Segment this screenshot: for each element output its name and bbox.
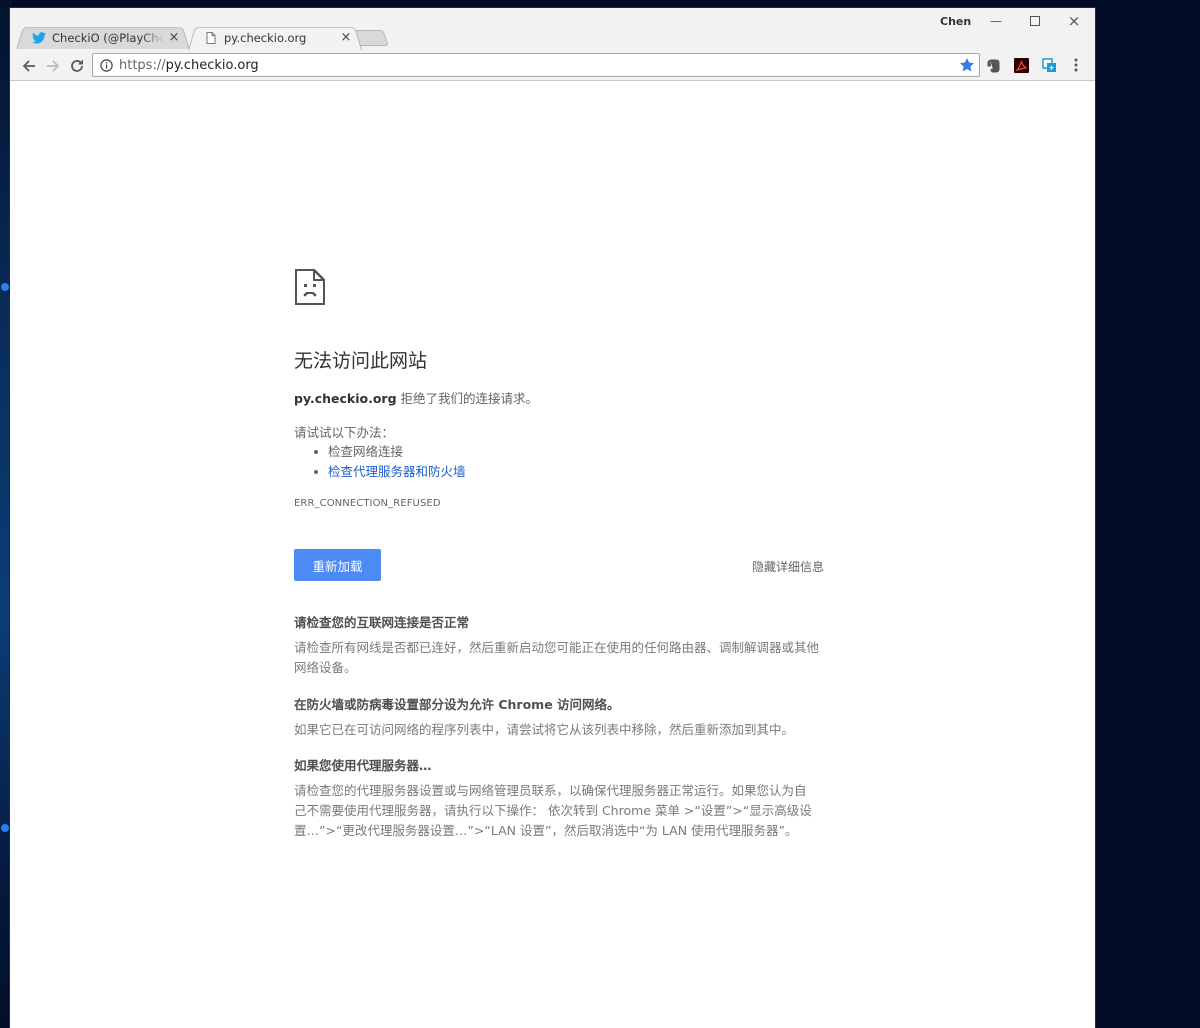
evernote-icon[interactable] (986, 57, 1002, 73)
details-body: 如果它已在可访问网络的程序列表中，请尝试将它从该列表中移除，然后重新添加到其中。 (294, 722, 795, 737)
details-body: 请检查所有网线是否都已连好，然后重新启动您可能正在使用的任何路由器、调制解调器或… (294, 640, 820, 675)
twitter-bird-icon (32, 31, 46, 45)
minimize-icon[interactable]: — (982, 12, 1010, 30)
details-section-internet: 请检查您的互联网连接是否正常 请检查所有网线是否都已连好，然后重新启动您可能正在… (294, 612, 820, 678)
browser-window: CheckiO (@PlayCheckiO × py.checkio.org ×… (10, 8, 1095, 1028)
close-window-icon[interactable]: × (1060, 12, 1088, 30)
profile-name[interactable]: Chen (940, 15, 971, 28)
maximize-icon[interactable] (1021, 12, 1049, 30)
tab-py-checkio[interactable]: py.checkio.org × (188, 25, 362, 50)
wallpaper-dot (1, 283, 9, 291)
error-summary: py.checkio.org 拒绝了我们的连接请求。 (294, 388, 538, 407)
suggestions-label: 请试试以下办法： (294, 425, 395, 440)
tab-title: CheckiO (@PlayCheckiO (52, 30, 164, 45)
details-body: 请检查您的代理服务器设置或与网络管理员联系，以确保代理服务器正常运行。如果您认为… (294, 783, 812, 838)
suggestion-check-network: 检查网络连接 (306, 442, 466, 462)
details-heading: 请检查您的互联网连接是否正常 (294, 615, 470, 630)
info-icon[interactable] (99, 58, 113, 72)
tab-close-icon[interactable]: × (340, 31, 352, 44)
reload-button[interactable]: 重新加载 (294, 549, 381, 581)
page-icon (204, 31, 218, 45)
suggestions-list: 检查网络连接 检查代理服务器和防火墙 (306, 442, 466, 482)
details-section-proxy: 如果您使用代理服务器… 请检查您的代理服务器设置或与网络管理员联系，以确保代理服… (294, 755, 814, 841)
error-headline: 无法访问此网站 (294, 350, 428, 372)
tab-checkio-twitter[interactable]: CheckiO (@PlayCheckiO × (16, 25, 190, 50)
tab-strip: CheckiO (@PlayCheckiO × py.checkio.org ×… (10, 8, 1095, 50)
back-arrow-icon[interactable] (20, 57, 38, 75)
acrobat-icon[interactable] (1013, 57, 1029, 73)
address-bar[interactable]: https://py.checkio.org (92, 53, 980, 77)
sad-document-icon (294, 268, 326, 306)
error-summary-text: 拒绝了我们的连接请求。 (396, 391, 539, 406)
hide-details-button[interactable]: 隐藏详细信息 (752, 558, 824, 575)
menu-dots-icon[interactable] (1068, 57, 1084, 73)
wallpaper-dot (1, 824, 9, 832)
suggestion-check-proxy-link[interactable]: 检查代理服务器和防火墙 (306, 462, 466, 482)
forward-arrow-icon (44, 57, 62, 75)
details-section-firewall: 在防火墙或防病毒设置部分设为允许 Chrome 访问网络。 如果它已在可访问网络… (294, 694, 820, 740)
toolbar: https://py.checkio.org (10, 49, 1095, 81)
address-url: https://py.checkio.org (119, 58, 259, 73)
url-scheme: https:// (119, 57, 166, 73)
bookmark-star-icon[interactable] (959, 57, 975, 73)
error-code: ERR_CONNECTION_REFUSED (294, 498, 441, 509)
error-host: py.checkio.org (294, 391, 397, 406)
translate-icon[interactable] (1041, 57, 1057, 73)
tab-title: py.checkio.org (224, 30, 307, 45)
reload-icon[interactable] (68, 57, 86, 75)
tab-close-icon[interactable]: × (168, 31, 180, 44)
url-host: py.checkio.org (165, 57, 259, 73)
error-page: 无法访问此网站 py.checkio.org 拒绝了我们的连接请求。 请试试以下… (10, 82, 1095, 1028)
details-heading: 如果您使用代理服务器… (294, 758, 432, 773)
details-heading: 在防火墙或防病毒设置部分设为允许 Chrome 访问网络。 (294, 697, 620, 712)
